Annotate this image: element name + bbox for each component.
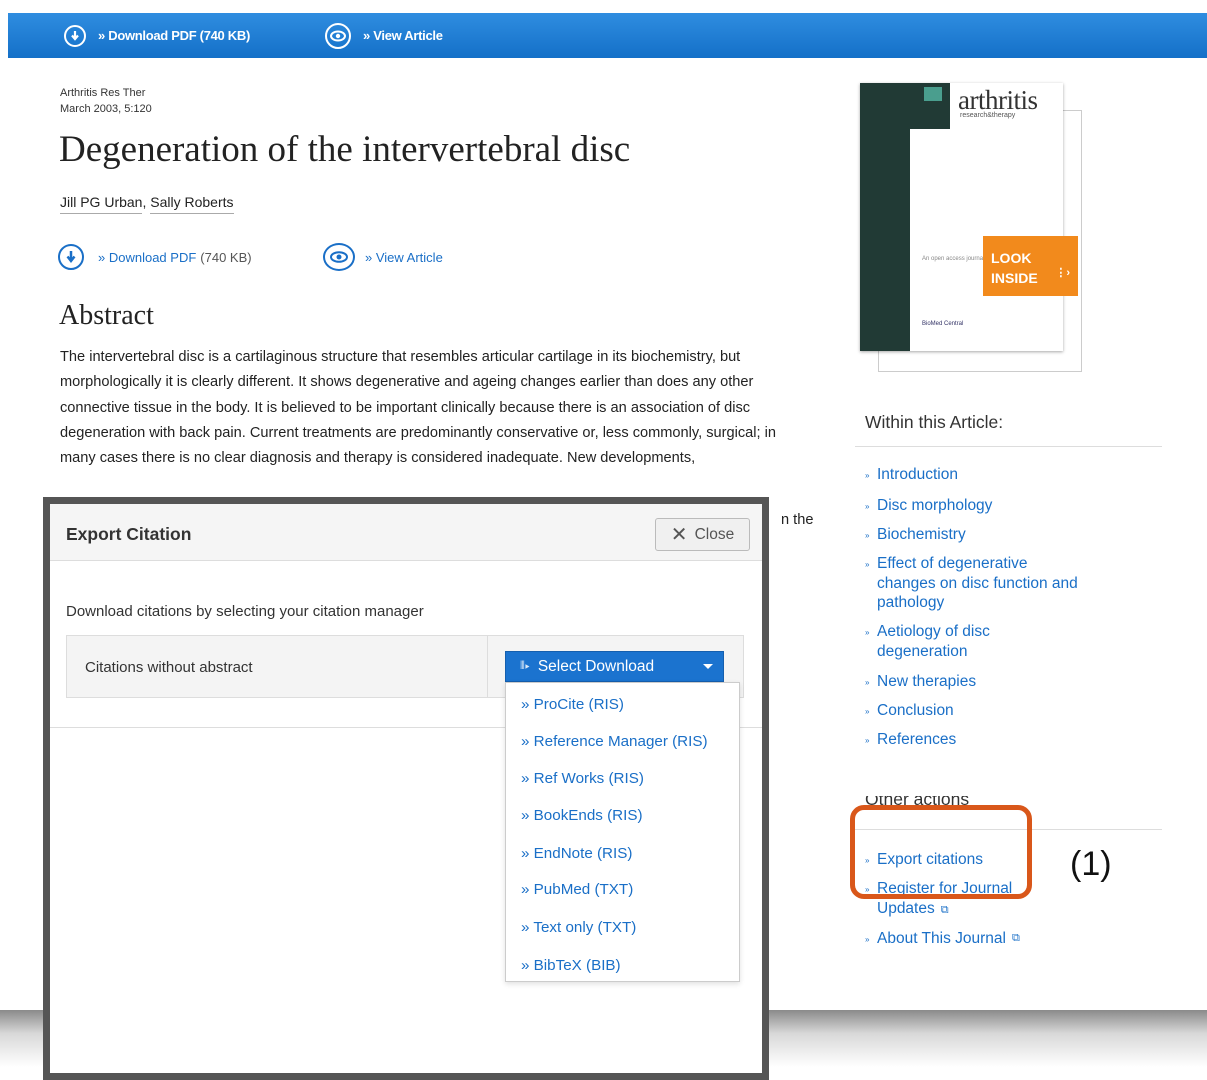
within-article-item[interactable]: » Conclusion [865, 701, 954, 722]
download-pdf-label: » Download PDF [98, 249, 197, 265]
journal-name: Arthritis Res Ther [60, 87, 146, 99]
journal-reference: Arthritis Res Ther March 2003, 5:120 [60, 85, 152, 117]
within-article-item[interactable]: » References [865, 730, 956, 751]
menu-item-reference-manager[interactable]: » Reference Manager (RIS) [521, 733, 708, 750]
menu-item-bookends[interactable]: » BookEnds (RIS) [521, 807, 643, 824]
chevron-right-icon: ⋮› [1055, 267, 1070, 279]
select-download-button[interactable]: ⦀▸ Select Download [505, 651, 724, 682]
row-divider [487, 636, 488, 697]
other-action-item[interactable]: » About This Journal ⧉ [865, 929, 1020, 950]
article-title: Degeneration of the intervertebral disc [59, 129, 631, 170]
bullet-icon: » [865, 471, 870, 480]
within-article-item[interactable]: » Effect of degenerative changes on disc … [865, 554, 1090, 613]
annotation-label: (1) [1070, 845, 1112, 883]
annotation-highlight-box [850, 805, 1032, 899]
look-inside-button[interactable]: LOOK INSIDE ⋮› [983, 236, 1078, 296]
look-inside-label: LOOK INSIDE [991, 250, 1038, 286]
eye-icon [325, 22, 351, 49]
close-icon: ✕ [670, 523, 688, 546]
bullet-icon: » [865, 707, 870, 716]
bullet-icon: » [865, 560, 870, 569]
select-download-label: Select Download [537, 657, 655, 675]
modal-title: Export Citation [66, 524, 192, 544]
bullet-icon: » [865, 935, 870, 944]
journal-cover[interactable]: arthritis research&therapy An open acces… [860, 83, 1063, 351]
download-list-icon: ⦀▸ [520, 660, 530, 672]
toolbar-download-pdf-button[interactable]: » Download PDF (740 KB) [64, 13, 250, 58]
view-article-button[interactable]: » View Article [323, 243, 443, 271]
bullet-icon: » [865, 531, 870, 540]
divider [855, 446, 1162, 447]
menu-item-endnote[interactable]: » EndNote (RIS) [521, 845, 632, 862]
within-article-item[interactable]: » Biochemistry [865, 525, 966, 546]
nav-link[interactable]: Introduction [877, 465, 958, 486]
download-pdf-button[interactable]: » Download PDF (740 KB) [58, 243, 252, 271]
menu-item-procite[interactable]: » ProCite (RIS) [521, 696, 624, 713]
download-icon [64, 24, 86, 47]
menu-item-refworks[interactable]: » Ref Works (RIS) [521, 770, 644, 787]
nav-link[interactable]: Effect of degenerative changes on disc f… [877, 554, 1087, 613]
author-link[interactable]: Jill PG Urban [60, 194, 143, 214]
nav-link[interactable]: Aetiology of disc degeneration [877, 622, 1027, 661]
within-article-item[interactable]: » Introduction [865, 465, 958, 486]
view-article-label: » View Article [365, 249, 443, 265]
toolbar-view-article-label: » View Article [363, 28, 443, 43]
author-link[interactable]: Sally Roberts [150, 194, 234, 214]
nav-link[interactable]: New therapies [877, 672, 976, 693]
nav-link[interactable]: References [877, 730, 956, 751]
within-article-item[interactable]: » Disc morphology [865, 496, 992, 517]
cover-caption: An open access journal [922, 256, 985, 262]
within-article-item[interactable]: » Aetiology of disc degeneration [865, 622, 1035, 661]
abstract-heading: Abstract [59, 300, 154, 331]
modal-header: Export Citation ✕ Close [50, 504, 762, 561]
citation-row-label: Citations without abstract [85, 659, 253, 676]
cover-accent [924, 87, 942, 101]
toolbar-view-article-button[interactable]: » View Article [325, 13, 443, 58]
nav-link[interactable]: Conclusion [877, 701, 954, 722]
modal-description: Download citations by selecting your cit… [66, 603, 424, 620]
about-journal-link[interactable]: About This Journal [877, 929, 1006, 950]
bullet-icon: » [865, 502, 870, 511]
menu-item-text-only[interactable]: » Text only (TXT) [521, 919, 636, 936]
within-article-item[interactable]: » New therapies [865, 672, 976, 693]
nav-link[interactable]: Disc morphology [877, 496, 992, 517]
eye-icon [323, 243, 355, 271]
toolbar-download-pdf-label: » Download PDF (740 KB) [98, 28, 251, 43]
cover-spine [860, 83, 910, 351]
abstract-fragment: n the [781, 512, 814, 528]
within-article-heading: Within this Article: [865, 412, 1004, 432]
nav-link[interactable]: Biochemistry [877, 525, 966, 546]
bullet-icon: » [865, 678, 870, 687]
author-list: Jill PG Urban, Sally Roberts [60, 194, 234, 214]
external-link-icon: ⧉ [1011, 932, 1020, 944]
external-link-icon: ⧉ [940, 903, 949, 916]
cover-journal-sub: research&therapy [960, 112, 1016, 119]
publication-date: March 2003, 5:120 [60, 103, 152, 115]
download-icon [58, 244, 84, 270]
menu-item-pubmed[interactable]: » PubMed (TXT) [521, 881, 633, 898]
export-citation-modal: Export Citation ✕ Close Download citatio… [43, 497, 769, 1080]
article-toolbar: » Download PDF (740 KB) » View Article [8, 13, 1207, 58]
abstract-text: The intervertebral disc is a cartilagino… [60, 349, 776, 467]
chevron-down-icon [703, 664, 713, 669]
bullet-icon: » [865, 628, 870, 637]
download-size: (740 KB) [200, 249, 252, 265]
bullet-icon: » [865, 736, 870, 745]
menu-item-bibtex[interactable]: » BibTeX (BIB) [521, 957, 621, 974]
close-label: Close [694, 525, 735, 543]
close-button[interactable]: ✕ Close [655, 518, 750, 551]
publisher-logo: BioMed Central [922, 321, 964, 327]
download-format-menu: » ProCite (RIS) » Reference Manager (RIS… [505, 682, 740, 982]
